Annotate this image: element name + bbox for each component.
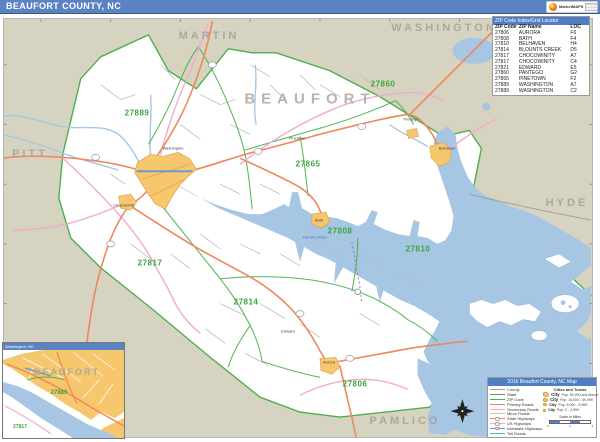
- oval-marker-icon: [495, 422, 500, 426]
- county-label: MARTIN: [179, 30, 240, 42]
- city-size-swatch: [543, 409, 546, 412]
- zip-index-cell: WASHINGTON: [519, 89, 571, 95]
- legend-line-swatch: [490, 404, 505, 405]
- water-label: Pamlico River: [303, 235, 328, 240]
- zip-code-label: 27814: [234, 298, 259, 307]
- legend-line-swatch: [490, 389, 505, 390]
- zip-index-rows: 27806AURORAF627808BATHF427810BELHAVENH42…: [493, 31, 589, 95]
- town-label: Aurora: [323, 360, 335, 365]
- legend-cities-column: Cities and Towns CityPop. 50,000 and Abo…: [542, 387, 598, 436]
- county-label: PITT: [12, 148, 48, 160]
- legend-line-item: Toll Roads: [490, 431, 542, 436]
- scale-ticks: 0 2 4: [547, 424, 593, 428]
- legend-line-swatch: [490, 399, 505, 400]
- city-pop-range: Pop. 0 - 4,999: [557, 408, 579, 412]
- zip-code-label: 27808: [328, 227, 353, 236]
- scale-label: Scale in Miles: [542, 415, 598, 419]
- title-bar: BEAUFORT COUNTY, NC: [0, 0, 600, 14]
- map-page: BEAUFORT COUNTY, NC MarketMAPS: [0, 0, 600, 442]
- zip-code-label: 27806: [343, 380, 368, 389]
- town-label: Washington: [163, 146, 184, 151]
- legend-city-item: CityPop. 0 - 4,999: [542, 408, 598, 413]
- legend-line-swatch: [490, 413, 505, 414]
- legend-line-items: CountyStateZIP CodePrimary RoadsSecondar…: [490, 387, 542, 436]
- zip-index-cell: 27889: [495, 89, 519, 95]
- town-label: Edward: [281, 329, 295, 334]
- zip-code-label: 27817: [138, 259, 163, 268]
- inset-county-label: BEAUFORT: [34, 367, 100, 377]
- county-label: WASHINGTON: [391, 22, 497, 34]
- town-label: Belhaven: [439, 146, 456, 151]
- zip-index-cell: C2: [570, 89, 587, 95]
- county-label: BEAUFORT: [244, 91, 375, 108]
- zip-index-row: 27889WASHINGTONC2: [493, 89, 589, 95]
- legend-line-label: Toll Roads: [507, 431, 526, 436]
- scale-tick: 0: [547, 424, 549, 428]
- pond: [482, 103, 490, 111]
- city-label: City: [549, 402, 556, 407]
- scale-bar-block: Scale in Miles 0 2 4: [542, 415, 598, 428]
- city-size-swatch: [543, 398, 548, 402]
- globe-icon: [549, 3, 557, 11]
- scale-tick: 4: [591, 424, 593, 428]
- inset-title: Washington, NC: [3, 343, 124, 350]
- map-legend: 2016 Beaufort County, NC Map CountyState…: [487, 377, 597, 438]
- legend-line-swatch: [490, 394, 505, 395]
- county-label: HYDE: [546, 197, 589, 209]
- legend-city-items: City Pop. 50,000 and Above City Pop. 10,000…: [542, 392, 598, 413]
- town-label: Pinetown: [289, 136, 305, 141]
- legend-line-swatch: [490, 409, 505, 410]
- page-title: BEAUFORT COUNTY, NC: [6, 1, 121, 11]
- town-label: Bath: [315, 218, 323, 223]
- zip-index-table: ZIP Code Index/Grid Locator ZIP Code ZIP…: [492, 16, 590, 96]
- city-pop-range: Pop. 10,000 - 49,999: [560, 398, 593, 402]
- zip-code-label: 27889: [125, 109, 150, 118]
- county-label: PAMLICO: [370, 415, 441, 427]
- inset-zip-label: 27889: [51, 390, 68, 396]
- legend-title: 2016 Beaufort County, NC Map: [488, 378, 596, 386]
- town-label: Chocowinity: [113, 203, 135, 208]
- legend-line-swatch: [490, 423, 505, 424]
- city-pop-range: Pop. 5,000 - 9,999: [559, 403, 588, 407]
- city-pop-range: Pop. 50,000 and Above: [562, 393, 598, 397]
- city-size-swatch: [543, 403, 547, 406]
- brand-logo-text: MarketMAPS: [559, 5, 583, 9]
- inset-map: Washington, NC BEAUFORT 27889 27817: [2, 342, 125, 439]
- shield-marker-icon: [495, 427, 500, 431]
- zip-code-label: 27810: [406, 245, 431, 254]
- oval-marker-icon: [495, 417, 500, 421]
- scale-tick: 2: [569, 424, 571, 428]
- town-label: Pantego: [404, 117, 419, 122]
- city-label: City: [548, 408, 555, 412]
- scale-bar: [549, 420, 591, 424]
- inset-zip-label: 27817: [13, 424, 27, 430]
- legend-line-swatch: [490, 433, 505, 434]
- brand-logo: MarketMAPS: [546, 1, 598, 13]
- brand-logo-badge: [585, 3, 598, 11]
- zip-code-label: 27865: [296, 160, 321, 169]
- legend-line-swatch: [490, 428, 505, 429]
- zip-code-label: 27860: [371, 80, 396, 89]
- legend-line-swatch: [490, 418, 505, 419]
